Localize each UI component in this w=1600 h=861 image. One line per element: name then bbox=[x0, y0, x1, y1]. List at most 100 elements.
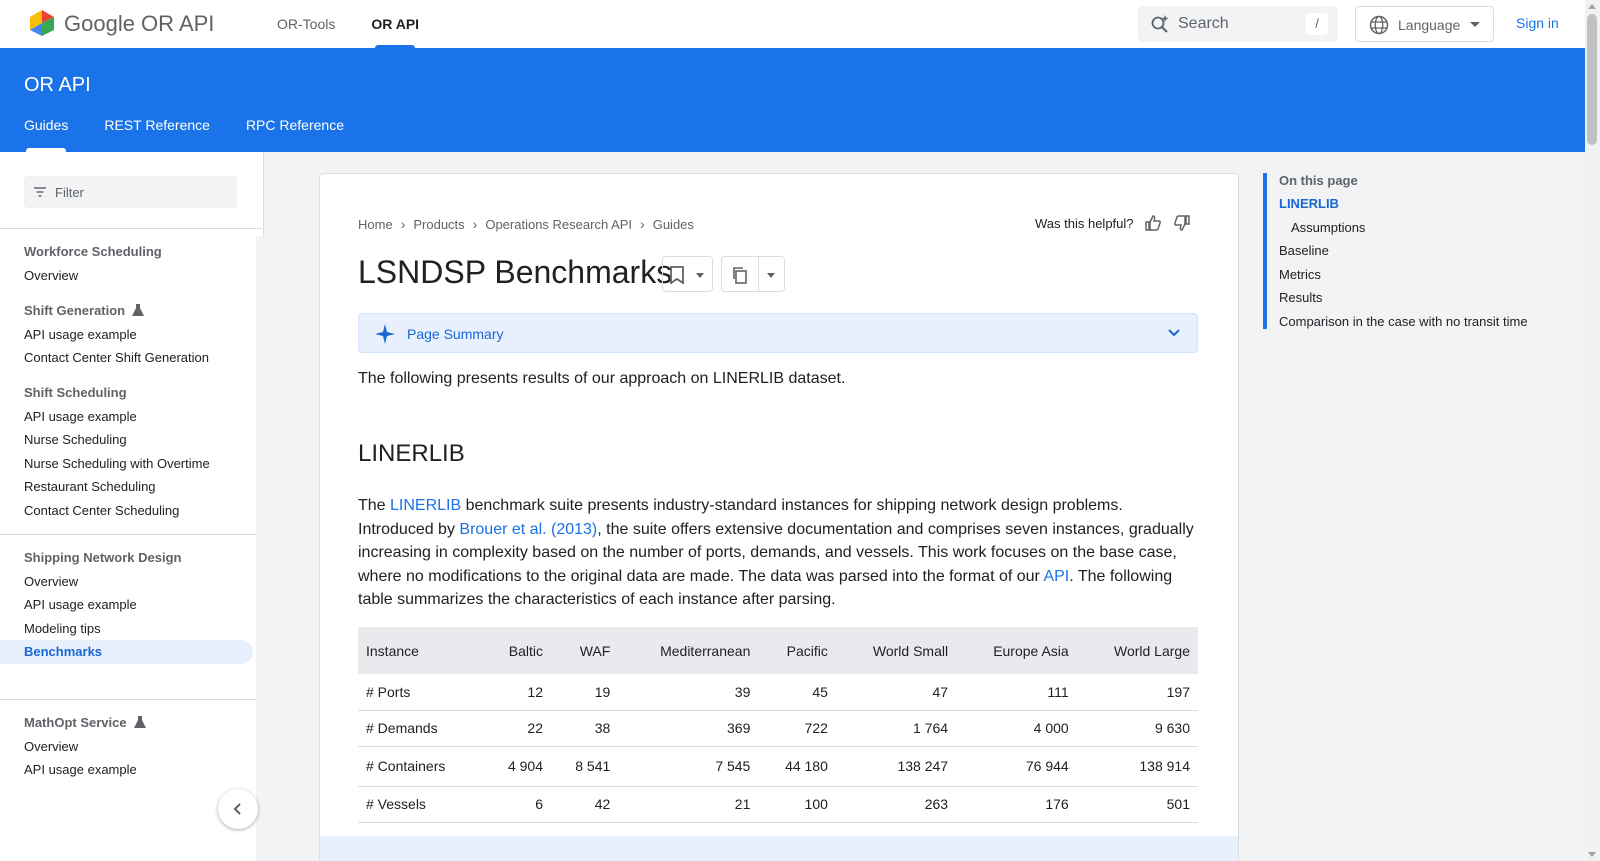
or-api-logo-icon[interactable] bbox=[27, 8, 57, 38]
nav-section-label: MathOpt Service bbox=[24, 715, 127, 730]
sidebar-item-api-usage-example[interactable]: API usage example bbox=[24, 597, 137, 612]
table-row: # Containers 4 904 8 541 7 545 44 180 13… bbox=[358, 746, 1198, 787]
sidebar-item-nurse-scheduling[interactable]: Nurse Scheduling bbox=[24, 432, 127, 447]
tab-guides[interactable]: Guides bbox=[24, 110, 68, 152]
nav-section-shift-scheduling[interactable]: Shift Scheduling bbox=[24, 385, 127, 400]
text: The bbox=[358, 497, 391, 514]
nav-section-shift-generation[interactable]: Shift Generation bbox=[24, 303, 145, 318]
collapse-sidebar-button[interactable] bbox=[218, 789, 258, 829]
table-cell: 22 bbox=[483, 710, 551, 747]
next-section-band bbox=[320, 836, 1238, 861]
caret-down-icon[interactable] bbox=[767, 273, 775, 278]
sidebar-item-contact-center-shift-generation[interactable]: Contact Center Shift Generation bbox=[24, 350, 209, 365]
table-row: # Vessels 6 42 21 100 263 176 501 bbox=[358, 786, 1198, 823]
api-link[interactable]: API bbox=[1043, 568, 1069, 585]
sidebar-item-contact-center-scheduling[interactable]: Contact Center Scheduling bbox=[24, 503, 179, 518]
brand-name[interactable]: Google OR API bbox=[64, 11, 214, 37]
divider bbox=[0, 228, 262, 229]
table-cell: 38 bbox=[551, 710, 619, 747]
table-cell: # Demands bbox=[358, 710, 484, 747]
sparkle-icon bbox=[375, 324, 395, 344]
bookmark-icon bbox=[670, 266, 684, 284]
table-header-row: Instance Baltic WAF Mediterranean Pacifi… bbox=[358, 627, 1198, 674]
bookmark-button[interactable] bbox=[662, 256, 713, 292]
sidebar-item-overview[interactable]: Overview bbox=[24, 574, 78, 589]
column-header: Baltic bbox=[483, 627, 551, 674]
toc-item-assumptions[interactable]: Assumptions bbox=[1291, 220, 1365, 235]
scroll-down-arrow-icon[interactable] bbox=[1588, 852, 1596, 857]
column-header: Instance bbox=[358, 627, 484, 674]
column-header: WAF bbox=[551, 627, 619, 674]
nav-section-workforce-scheduling[interactable]: Workforce Scheduling bbox=[24, 244, 162, 259]
chevron-left-icon bbox=[233, 803, 241, 815]
language-selector[interactable]: Language bbox=[1355, 6, 1494, 42]
top-header: Google OR API OR-Tools OR API Search / L… bbox=[0, 0, 1585, 48]
toc-item-results[interactable]: Results bbox=[1279, 290, 1322, 305]
nav-or-api[interactable]: OR API bbox=[371, 0, 419, 48]
brouer-citation-link[interactable]: Brouer et al. (2013) bbox=[459, 521, 597, 538]
table-cell: 39 bbox=[618, 674, 759, 711]
search-box[interactable]: Search / bbox=[1138, 6, 1338, 42]
sidebar-item-overview[interactable]: Overview bbox=[24, 739, 78, 754]
helpful-prompt: Was this helpful? bbox=[1035, 216, 1134, 231]
sidebar-item-nurse-scheduling-overtime[interactable]: Nurse Scheduling with Overtime bbox=[24, 456, 210, 471]
nav-or-tools[interactable]: OR-Tools bbox=[277, 0, 335, 48]
copy-button[interactable] bbox=[721, 256, 785, 292]
chevron-right-icon: › bbox=[400, 216, 406, 232]
table-cell: 12 bbox=[483, 674, 551, 711]
table-cell: 45 bbox=[758, 674, 836, 711]
table-cell: 722 bbox=[758, 710, 836, 747]
product-tabs: Guides REST Reference RPC Reference bbox=[24, 110, 380, 152]
article-card: Home › Products › Operations Research AP… bbox=[319, 173, 1239, 861]
sidebar-item-api-usage-example[interactable]: API usage example bbox=[24, 327, 137, 342]
filter-input[interactable]: Filter bbox=[24, 176, 237, 208]
page-summary-label: Page Summary bbox=[407, 326, 504, 342]
sidebar-item-api-usage-example[interactable]: API usage example bbox=[24, 762, 137, 777]
page-scrollbar[interactable] bbox=[1585, 0, 1600, 861]
caret-down-icon bbox=[1470, 22, 1480, 27]
sidebar-item-modeling-tips[interactable]: Modeling tips bbox=[24, 621, 101, 636]
nav-section-label: Shift Generation bbox=[24, 303, 126, 318]
table-cell: 501 bbox=[1076, 786, 1198, 823]
table-cell: 47 bbox=[835, 674, 957, 711]
tab-rpc-reference[interactable]: RPC Reference bbox=[246, 110, 344, 152]
table-cell: 6 bbox=[483, 786, 551, 823]
filter-icon bbox=[34, 187, 46, 197]
sidebar-item-restaurant-scheduling[interactable]: Restaurant Scheduling bbox=[24, 479, 156, 494]
thumbs-up-icon[interactable] bbox=[1144, 214, 1162, 232]
toc-item-metrics[interactable]: Metrics bbox=[1279, 267, 1321, 282]
linerlib-link[interactable]: LINERLIB bbox=[390, 497, 461, 514]
nav-section-shipping-network-design[interactable]: Shipping Network Design bbox=[24, 550, 181, 565]
table-cell: 19 bbox=[551, 674, 619, 711]
top-nav: OR-Tools OR API bbox=[277, 0, 455, 48]
table-cell: # Ports bbox=[358, 674, 484, 711]
sidebar-scrollbar[interactable] bbox=[256, 236, 264, 861]
toc-item-comparison[interactable]: Comparison in the case with no transit t… bbox=[1279, 314, 1528, 329]
sidebar-item-benchmarks[interactable]: Benchmarks bbox=[24, 644, 102, 659]
flask-beta-icon bbox=[132, 304, 145, 316]
divider bbox=[758, 257, 759, 291]
thumbs-down-icon[interactable] bbox=[1173, 214, 1191, 232]
table-cell: 4 904 bbox=[483, 746, 551, 787]
search-shortcut-key: / bbox=[1306, 13, 1328, 35]
tab-rest-reference[interactable]: REST Reference bbox=[104, 110, 210, 152]
breadcrumb-operations-research-api[interactable]: Operations Research API bbox=[485, 217, 632, 232]
table-cell: 111 bbox=[956, 674, 1077, 711]
scroll-up-arrow-icon[interactable] bbox=[1588, 4, 1596, 9]
filter-placeholder: Filter bbox=[55, 185, 84, 200]
sign-in-link[interactable]: Sign in bbox=[1516, 15, 1559, 31]
sidebar-item-api-usage-example[interactable]: API usage example bbox=[24, 409, 137, 424]
chevron-down-icon bbox=[1168, 329, 1180, 337]
product-title[interactable]: OR API bbox=[24, 74, 91, 97]
breadcrumb-home[interactable]: Home bbox=[358, 217, 393, 232]
toc-item-linerlib[interactable]: LINERLIB bbox=[1279, 196, 1339, 211]
table-cell: 42 bbox=[551, 786, 619, 823]
page-summary-expander[interactable]: Page Summary bbox=[358, 313, 1198, 353]
scrollbar-thumb[interactable] bbox=[1587, 14, 1597, 145]
table-cell: 9 630 bbox=[1076, 710, 1198, 747]
nav-section-mathopt-service[interactable]: MathOpt Service bbox=[24, 715, 147, 730]
breadcrumb-products[interactable]: Products bbox=[413, 217, 464, 232]
toc-item-baseline[interactable]: Baseline bbox=[1279, 243, 1329, 258]
sidebar-item-overview[interactable]: Overview bbox=[24, 268, 78, 283]
breadcrumb-guides[interactable]: Guides bbox=[653, 217, 694, 232]
